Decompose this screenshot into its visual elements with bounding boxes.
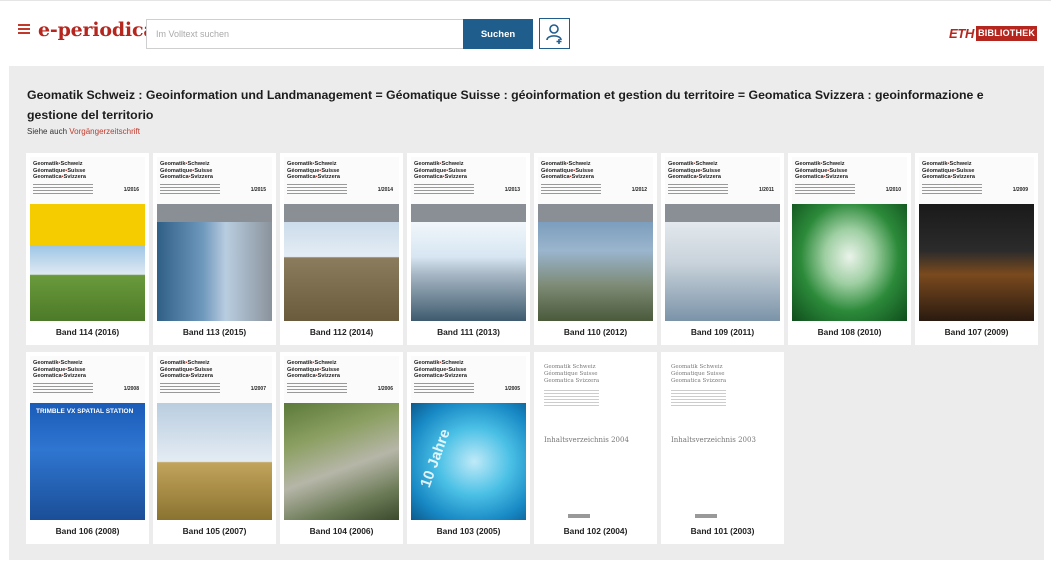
cover-brand: Geomatik▪Schweiz Géomatique▪Suisse Geomati…: [160, 161, 213, 181]
cover-brand: Geomatik▪Schweiz Géomatique▪Suisse Geomati…: [922, 161, 975, 181]
volume-cover-image: Geomatik▪Schweiz Géomatique▪Suisse Geomati…: [157, 157, 272, 321]
top-header: e-periodica Suchen ETH BIBLIOTHEK: [0, 0, 1051, 62]
volume-cover-image: Geomatik▪Schweiz Géomatique▪Suisse Geomati…: [30, 356, 145, 520]
cover-brand: Geomatik▪Schweiz Géomatique▪Suisse Geomati…: [541, 161, 594, 181]
fulltext-search-input[interactable]: [146, 19, 464, 49]
cover-banner-text: TRIMBLE VX SPATIAL STATION: [36, 408, 134, 415]
volume-card[interactable]: Geomatik▪Schweiz Géomatique▪Suisse Geomati…: [280, 153, 403, 345]
volume-cover-image: Geomatik▪Schweiz Géomatique▪Suisse Geomati…: [30, 157, 145, 321]
volume-label[interactable]: Band 109 (2011): [661, 327, 784, 337]
volume-card[interactable]: Geomatik▪Schweiz Géomatique▪Suisse Geomati…: [280, 352, 403, 544]
volume-label[interactable]: Band 104 (2006): [280, 526, 403, 536]
volume-label[interactable]: Band 110 (2012): [534, 327, 657, 337]
volume-label[interactable]: Band 101 (2003): [661, 526, 784, 536]
cover-brand: Geomatik▪Schweiz Géomatique▪Suisse Geomati…: [668, 161, 721, 181]
volume-card[interactable]: Geomatik▪Schweiz Géomatique▪Suisse Geomati…: [407, 352, 530, 544]
journal-title: Geomatik Schweiz : Geoinformation und La…: [27, 88, 984, 122]
volume-cover-image: Geomatik▪Schweiz Géomatique▪Suisse Geomati…: [538, 157, 653, 321]
cover-issue-number: 1/2010: [885, 187, 901, 193]
cover-issue-number: 1/2014: [377, 187, 393, 193]
index-cover-title: Inhaltsverzeichnis 2004: [544, 436, 629, 444]
person-plus-icon: [546, 24, 562, 44]
see-also: Siehe auch Vorgängerzeitschrift: [27, 127, 140, 136]
volume-card[interactable]: Geomatik▪Schweiz Géomatique▪Suisse Geomati…: [26, 352, 149, 544]
e-periodica-logo[interactable]: e-periodica: [38, 19, 156, 41]
volume-card[interactable]: Geomatik▪Schweiz Géomatique▪Suisse Geomati…: [153, 352, 276, 544]
journal-panel: Geomatik Schweiz : Geoinformation und La…: [9, 66, 1044, 560]
see-also-prefix: Siehe auch: [27, 127, 68, 136]
cover-brand: Geomatik▪Schweiz Géomatique▪Suisse Geomati…: [414, 360, 467, 380]
cover-issue-number: 1/2006: [377, 386, 393, 392]
volume-card[interactable]: Geomatik▪Schweiz Géomatique▪Suisse Geomati…: [26, 153, 149, 345]
cover-brand: Geomatik▪Schweiz Géomatique▪Suisse Geomati…: [287, 161, 340, 181]
volume-cover-image: Geomatik▪Schweiz Géomatique▪Suisse Geomati…: [284, 356, 399, 520]
volume-label[interactable]: Band 105 (2007): [153, 526, 276, 536]
volume-cover-image: Geomatik Schweiz Géomatique Suisse Geomati…: [665, 356, 780, 520]
cover-issue-number: 1/2015: [250, 187, 266, 193]
volume-card[interactable]: Geomatik▪Schweiz Géomatique▪Suisse Geomati…: [915, 153, 1038, 345]
cover-issue-number: 1/2016: [123, 187, 139, 193]
volume-cover-image: Geomatik▪Schweiz Géomatique▪Suisse Geomati…: [284, 157, 399, 321]
volume-cover-image: Geomatik Schweiz Géomatique Suisse Geomati…: [538, 356, 653, 520]
volume-card[interactable]: Geomatik▪Schweiz Géomatique▪Suisse Geomati…: [788, 153, 911, 345]
volume-cover-image: Geomatik▪Schweiz Géomatique▪Suisse Geomati…: [411, 157, 526, 321]
volume-label[interactable]: Band 102 (2004): [534, 526, 657, 536]
volume-card[interactable]: Geomatik Schweiz Géomatique Suisse Geomati…: [661, 352, 784, 544]
cover-brand: Geomatik▪Schweiz Géomatique▪Suisse Geomati…: [414, 161, 467, 181]
volume-label[interactable]: Band 107 (2009): [915, 327, 1038, 337]
volume-cover-image: Geomatik▪Schweiz Géomatique▪Suisse Geomati…: [919, 157, 1034, 321]
cover-issue-number: 1/2005: [504, 386, 520, 392]
eth-label: ETH: [949, 26, 975, 41]
volume-card[interactable]: Geomatik▪Schweiz Géomatique▪Suisse Geomati…: [407, 153, 530, 345]
person-search-button[interactable]: [539, 18, 570, 49]
volume-label[interactable]: Band 114 (2016): [26, 327, 149, 337]
hamburger-menu-icon[interactable]: [18, 24, 30, 34]
predecessor-journal-link[interactable]: Vorgängerzeitschrift: [69, 127, 140, 136]
volume-cover-image: Geomatik▪Schweiz Géomatique▪Suisse Geomati…: [411, 356, 526, 520]
cover-brand: Geomatik▪Schweiz Géomatique▪Suisse Geomati…: [160, 360, 213, 380]
volume-card[interactable]: Geomatik▪Schweiz Géomatique▪Suisse Geomati…: [153, 153, 276, 345]
cover-issue-number: 1/2011: [758, 187, 774, 193]
cover-brand: Geomatik▪Schweiz Géomatique▪Suisse Geomati…: [33, 161, 86, 181]
volume-label[interactable]: Band 111 (2013): [407, 327, 530, 337]
cover-brand: Geomatik▪Schweiz Géomatique▪Suisse Geomati…: [33, 360, 86, 380]
volume-cover-image: Geomatik▪Schweiz Géomatique▪Suisse Geomati…: [665, 157, 780, 321]
volume-label[interactable]: Band 108 (2010): [788, 327, 911, 337]
volume-card[interactable]: Geomatik Schweiz Géomatique Suisse Geomati…: [534, 352, 657, 544]
eth-bibliothek-logo[interactable]: ETH BIBLIOTHEK: [949, 26, 1038, 41]
index-cover-title: Inhaltsverzeichnis 2003: [671, 436, 756, 444]
index-cover-heading: Geomatik Schweiz Géomatique Suisse Geomati…: [671, 364, 727, 384]
volume-card[interactable]: Geomatik▪Schweiz Géomatique▪Suisse Geomati…: [534, 153, 657, 345]
cover-issue-number: 1/2012: [631, 187, 647, 193]
cover-brand: Geomatik▪Schweiz Géomatique▪Suisse Geomati…: [287, 360, 340, 380]
volume-cover-image: Geomatik▪Schweiz Géomatique▪Suisse Geomati…: [792, 157, 907, 321]
cover-brand: Geomatik▪Schweiz Géomatique▪Suisse Geomati…: [795, 161, 848, 181]
volume-label[interactable]: Band 103 (2005): [407, 526, 530, 536]
cover-issue-number: 1/2008: [123, 386, 139, 392]
cover-issue-number: 1/2007: [250, 386, 266, 392]
index-cover-heading: Geomatik Schweiz Géomatique Suisse Geomati…: [544, 364, 600, 384]
cover-issue-number: 1/2009: [1012, 187, 1028, 193]
volume-label[interactable]: Band 106 (2008): [26, 526, 149, 536]
volume-label[interactable]: Band 112 (2014): [280, 327, 403, 337]
cover-issue-number: 1/2013: [504, 187, 520, 193]
bibliothek-label: BIBLIOTHEK: [976, 26, 1038, 41]
volume-card[interactable]: Geomatik▪Schweiz Géomatique▪Suisse Geomati…: [661, 153, 784, 345]
search-button[interactable]: Suchen: [463, 19, 533, 49]
volume-label[interactable]: Band 113 (2015): [153, 327, 276, 337]
volume-cover-image: Geomatik▪Schweiz Géomatique▪Suisse Geomati…: [157, 356, 272, 520]
